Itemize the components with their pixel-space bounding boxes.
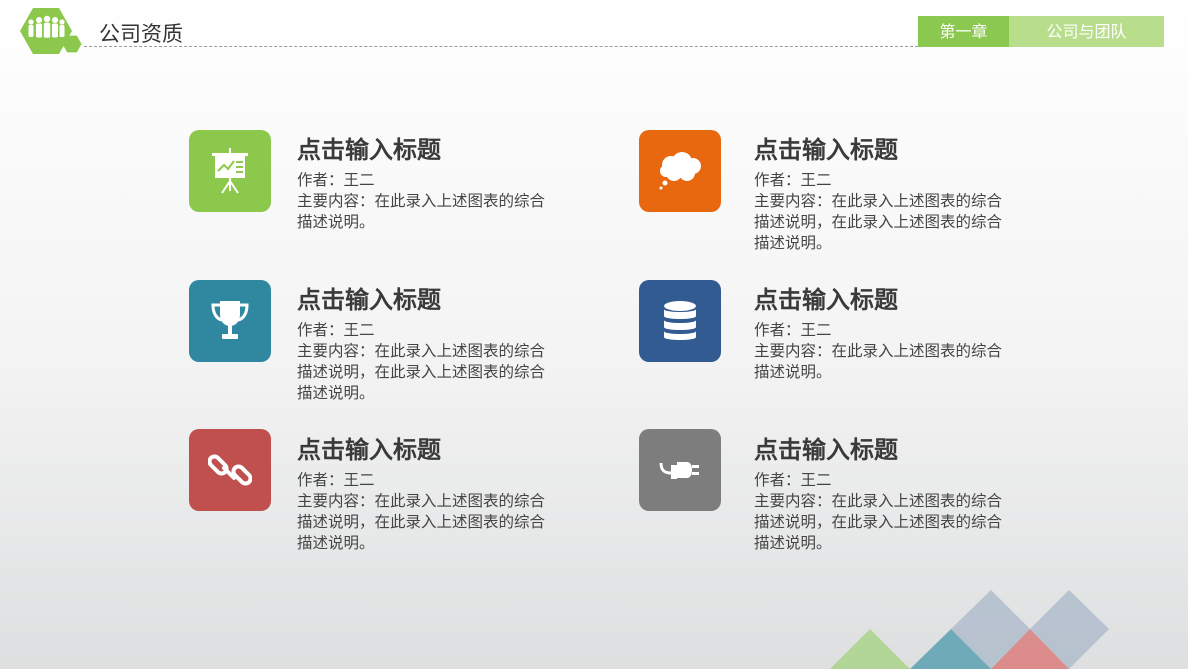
decorative-diamonds — [830, 590, 1109, 669]
